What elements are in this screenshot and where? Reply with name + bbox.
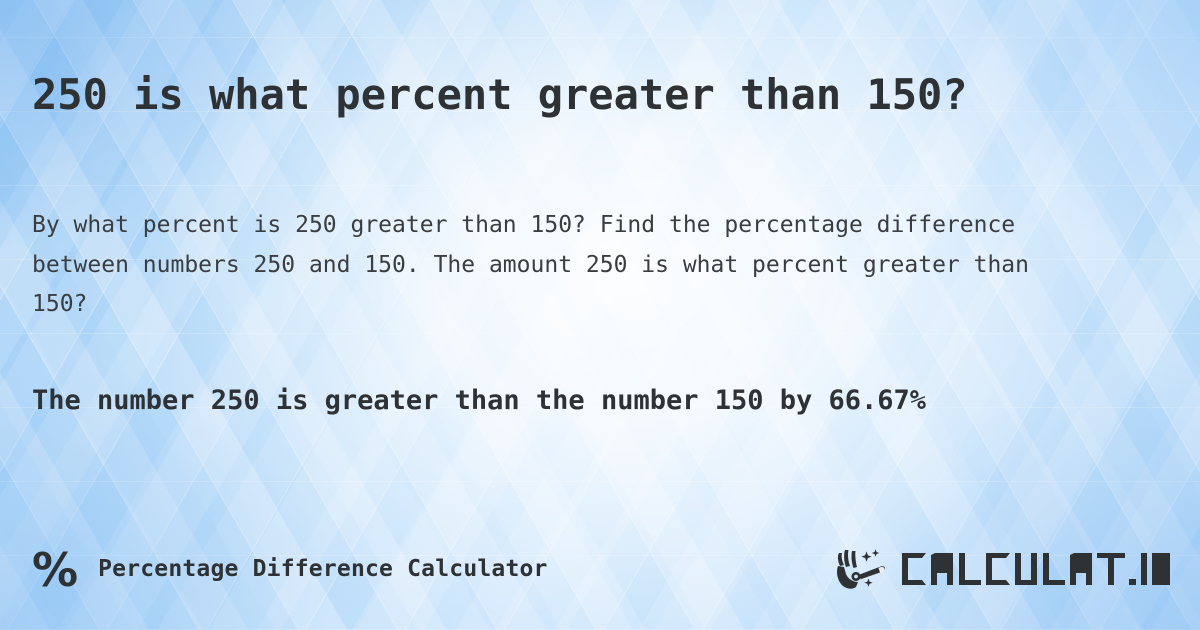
brand-logo-text — [902, 553, 1170, 585]
brand-logo — [900, 547, 1172, 591]
card-footer: % Percentage Difference Calculator — [32, 540, 1172, 598]
card-content: 250 is what percent greater than 150? By… — [0, 0, 1200, 630]
answer-text: The number 250 is greater than the numbe… — [32, 385, 927, 416]
footer-label: Percentage Difference Calculator — [98, 556, 548, 582]
footer-branding-left: % Percentage Difference Calculator — [32, 545, 548, 593]
magic-wand-hand-icon — [837, 549, 886, 589]
share-card: 250 is what percent greater than 150? By… — [0, 0, 1200, 630]
page-title: 250 is what percent greater than 150? — [32, 70, 968, 120]
description-text: By what percent is 250 greater than 150?… — [32, 212, 1029, 318]
percent-icon: % — [32, 543, 79, 597]
footer-branding-right — [832, 546, 1172, 592]
